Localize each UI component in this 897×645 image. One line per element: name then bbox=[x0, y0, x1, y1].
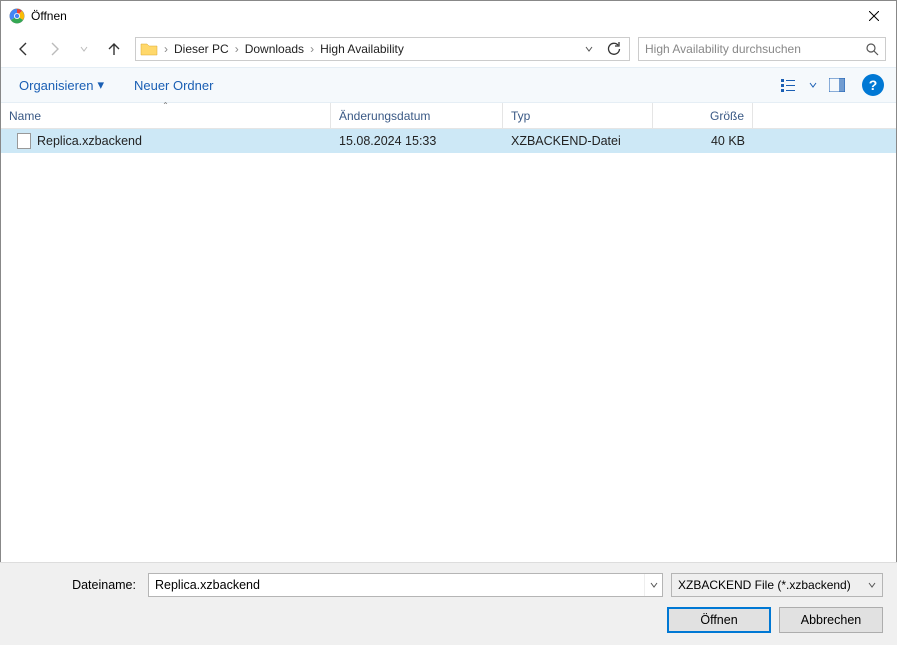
title-bar: Öffnen bbox=[1, 1, 896, 31]
column-size[interactable]: Größe bbox=[653, 103, 753, 128]
toolbar: Organisieren ▾ Neuer Ordner ? bbox=[1, 67, 896, 103]
dialog-footer: Dateiname: XZBACKEND File (*.xzbackend) … bbox=[0, 562, 897, 645]
column-name[interactable]: Name ⌃ bbox=[1, 103, 331, 128]
file-list[interactable]: Replica.xzbackend 15.08.2024 15:33 XZBAC… bbox=[1, 129, 896, 559]
file-row[interactable]: Replica.xzbackend 15.08.2024 15:33 XZBAC… bbox=[1, 129, 896, 153]
back-button[interactable] bbox=[11, 36, 37, 62]
nav-bar: › Dieser PC › Downloads › High Availabil… bbox=[1, 31, 896, 67]
filename-field-wrap bbox=[148, 573, 663, 597]
search-icon[interactable] bbox=[866, 43, 879, 56]
filename-label: Dateiname: bbox=[14, 578, 140, 592]
crumb-downloads[interactable]: Downloads bbox=[241, 42, 308, 56]
preview-pane-button[interactable] bbox=[824, 72, 850, 98]
crumb-pc[interactable]: Dieser PC bbox=[170, 42, 233, 56]
column-type[interactable]: Typ bbox=[503, 103, 653, 128]
file-type: XZBACKEND-Datei bbox=[503, 134, 653, 148]
view-dropdown[interactable] bbox=[806, 72, 820, 98]
refresh-button[interactable] bbox=[599, 42, 629, 56]
organize-menu[interactable]: Organisieren ▾ bbox=[13, 73, 110, 97]
chevron-right-icon[interactable]: › bbox=[162, 42, 170, 56]
filename-input[interactable] bbox=[149, 574, 644, 596]
forward-button[interactable] bbox=[41, 36, 67, 62]
column-date[interactable]: Änderungsdatum bbox=[331, 103, 503, 128]
breadcrumb-dropdown[interactable] bbox=[579, 45, 599, 53]
breadcrumb[interactable]: › Dieser PC › Downloads › High Availabil… bbox=[135, 37, 630, 61]
chevron-right-icon[interactable]: › bbox=[233, 42, 241, 56]
search-input[interactable] bbox=[645, 42, 866, 56]
open-button[interactable]: Öffnen bbox=[667, 607, 771, 633]
search-box[interactable] bbox=[638, 37, 886, 61]
filename-dropdown[interactable] bbox=[644, 574, 662, 596]
folder-icon bbox=[140, 40, 158, 58]
help-button[interactable]: ? bbox=[862, 74, 884, 96]
chevron-down-icon: ▾ bbox=[97, 77, 104, 93]
file-size: 40 KB bbox=[653, 134, 753, 148]
new-folder-button[interactable]: Neuer Ordner bbox=[128, 74, 219, 97]
close-button[interactable] bbox=[851, 1, 896, 31]
crumb-current[interactable]: High Availability bbox=[316, 42, 408, 56]
sort-indicator-icon: ⌃ bbox=[162, 101, 169, 110]
file-name: Replica.xzbackend bbox=[37, 134, 142, 148]
file-type-filter[interactable]: XZBACKEND File (*.xzbackend) bbox=[671, 573, 883, 597]
column-headers: Name ⌃ Änderungsdatum Typ Größe bbox=[1, 103, 896, 129]
cancel-button[interactable]: Abbrechen bbox=[779, 607, 883, 633]
recent-dropdown[interactable] bbox=[71, 36, 97, 62]
chevron-down-icon bbox=[868, 581, 876, 589]
app-icon bbox=[9, 8, 25, 24]
chevron-right-icon[interactable]: › bbox=[308, 42, 316, 56]
up-button[interactable] bbox=[101, 36, 127, 62]
view-options-button[interactable] bbox=[776, 72, 802, 98]
window-title: Öffnen bbox=[31, 9, 851, 23]
file-icon bbox=[17, 133, 31, 149]
file-date: 15.08.2024 15:33 bbox=[331, 134, 503, 148]
